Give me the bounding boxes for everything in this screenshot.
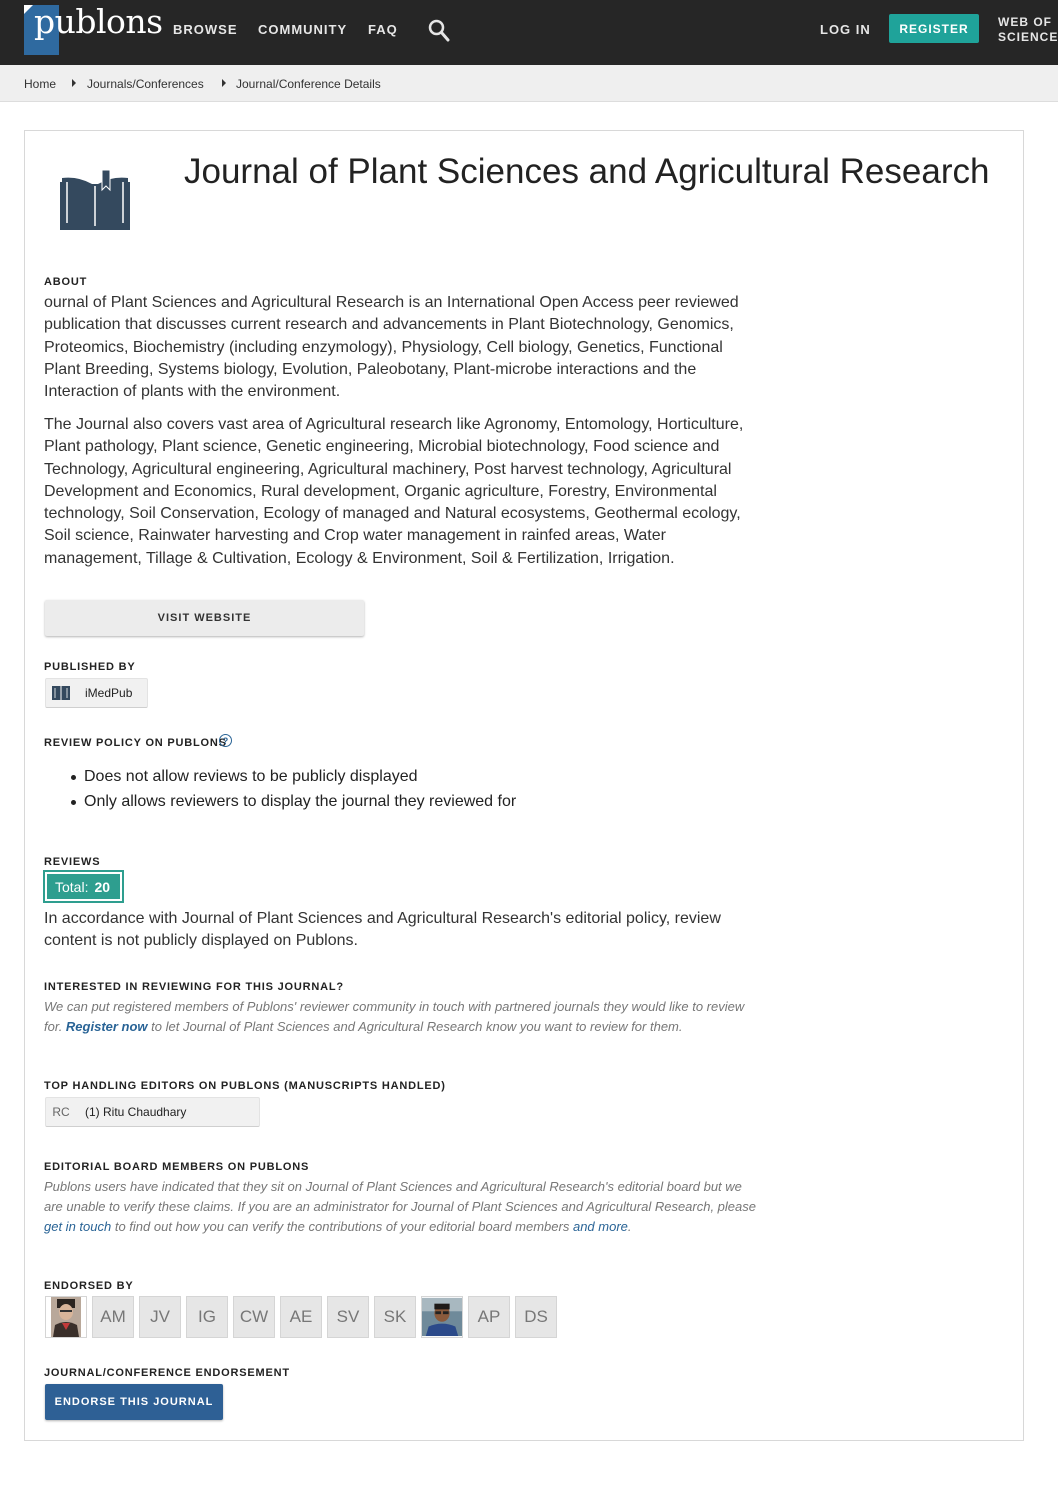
editor-initials: RC — [52, 1105, 70, 1119]
help-icon[interactable]: ? — [219, 734, 232, 747]
register-button[interactable]: REGISTER — [889, 14, 979, 43]
breadcrumb: Home Journals/Conferences Journal/Confer… — [0, 65, 1058, 102]
endorser-avatar[interactable]: DS — [515, 1296, 557, 1338]
endorsement-label: JOURNAL/CONFERENCE ENDORSEMENT — [44, 1367, 290, 1379]
board-text-middle: to find out how you can verify the contr… — [111, 1219, 573, 1234]
about-paragraph-1: ournal of Plant Sciences and Agricultura… — [44, 294, 739, 401]
breadcrumb-home[interactable]: Home — [24, 77, 56, 91]
endorser-avatar[interactable]: AM — [92, 1296, 134, 1338]
open-book-icon — [60, 169, 130, 230]
published-by-label: PUBLISHED BY — [44, 661, 136, 673]
chevron-right-icon — [222, 79, 226, 87]
endorse-journal-button[interactable]: ENDORSE THIS JOURNAL — [45, 1384, 223, 1420]
endorser-avatar[interactable]: IG — [186, 1296, 228, 1338]
publisher-logo-icon — [52, 686, 70, 700]
web-of-science-link[interactable]: WEB OF SCIENCE — [998, 15, 1058, 45]
breadcrumb-journals[interactable]: Journals/Conferences — [87, 77, 204, 91]
chevron-right-icon — [72, 79, 76, 87]
nav-browse[interactable]: BROWSE — [173, 22, 238, 37]
endorser-avatar[interactable]: AP — [468, 1296, 510, 1338]
reviews-label: REVIEWS — [44, 856, 101, 868]
endorser-avatar[interactable]: SK — [374, 1296, 416, 1338]
journal-title: Journal of Plant Sciences and Agricultur… — [184, 152, 990, 191]
editor-name: (1) Ritu Chaudhary — [85, 1105, 187, 1119]
publons-logo[interactable]: publons — [34, 2, 163, 41]
endorser-avatar-photo[interactable] — [45, 1296, 87, 1338]
endorsers-list: AM JV IG CW AE SV SK AP DS — [45, 1296, 557, 1338]
search-icon[interactable] — [428, 19, 450, 43]
board-text-before: Publons users have indicated that they s… — [44, 1179, 756, 1214]
interested-text-after: to let Journal of Plant Sciences and Agr… — [147, 1019, 683, 1034]
about-label: ABOUT — [44, 276, 88, 288]
publisher-chip[interactable]: iMedPub — [45, 678, 148, 708]
board-text: Publons users have indicated that they s… — [44, 1177, 762, 1237]
interested-label: INTERESTED IN REVIEWING FOR THIS JOURNAL… — [44, 981, 344, 993]
board-label: EDITORIAL BOARD MEMBERS ON PUBLONS — [44, 1161, 310, 1173]
register-now-link[interactable]: Register now — [66, 1019, 148, 1034]
nav-login[interactable]: LOG IN — [820, 22, 871, 37]
endorser-avatar-photo[interactable] — [421, 1296, 463, 1338]
get-in-touch-link[interactable]: get in touch — [44, 1219, 111, 1234]
top-navbar: publons BROWSE COMMUNITY FAQ LOG IN REGI… — [0, 0, 1058, 65]
editors-label: TOP HANDLING EDITORS ON PUBLONS (MANUSCR… — [44, 1080, 446, 1092]
total-value: 20 — [94, 878, 111, 895]
review-policy-list: Does not allow reviews to be publicly di… — [70, 764, 516, 814]
review-policy-label: REVIEW POLICY ON PUBLONS — [44, 737, 227, 749]
reviews-note: In accordance with Journal of Plant Scie… — [44, 910, 721, 950]
endorsed-by-label: ENDORSED BY — [44, 1280, 134, 1292]
endorser-avatar[interactable]: SV — [327, 1296, 369, 1338]
endorser-avatar[interactable]: CW — [233, 1296, 275, 1338]
endorser-avatar[interactable]: JV — [139, 1296, 181, 1338]
visit-website-button[interactable]: VISIT WEBSITE — [45, 600, 364, 636]
endorser-avatar[interactable]: AE — [280, 1296, 322, 1338]
nav-community[interactable]: COMMUNITY — [258, 22, 347, 37]
person-photo-icon — [422, 1297, 462, 1337]
wos-line-1: WEB OF — [998, 15, 1052, 29]
interested-text: We can put registered members of Publons… — [44, 997, 762, 1037]
total-label: Total: — [55, 878, 89, 895]
list-item: Does not allow reviews to be publicly di… — [70, 764, 516, 789]
board-text-end: . — [627, 1219, 632, 1234]
nav-faq[interactable]: FAQ — [368, 22, 398, 37]
and-more-link[interactable]: and more — [573, 1219, 628, 1234]
editor-chip[interactable]: RC (1) Ritu Chaudhary — [45, 1097, 260, 1127]
publisher-name: iMedPub — [85, 686, 133, 700]
person-photo-icon — [51, 1297, 81, 1337]
about-paragraph-2: The Journal also covers vast area of Agr… — [44, 416, 744, 567]
reviews-total-badge: Total: 20 — [43, 870, 124, 903]
breadcrumb-current: Journal/Conference Details — [236, 77, 381, 91]
logo-fold-shape — [24, 5, 33, 14]
list-item: Only allows reviewers to display the jou… — [70, 789, 516, 814]
wos-line-2: SCIENCE — [998, 30, 1058, 44]
